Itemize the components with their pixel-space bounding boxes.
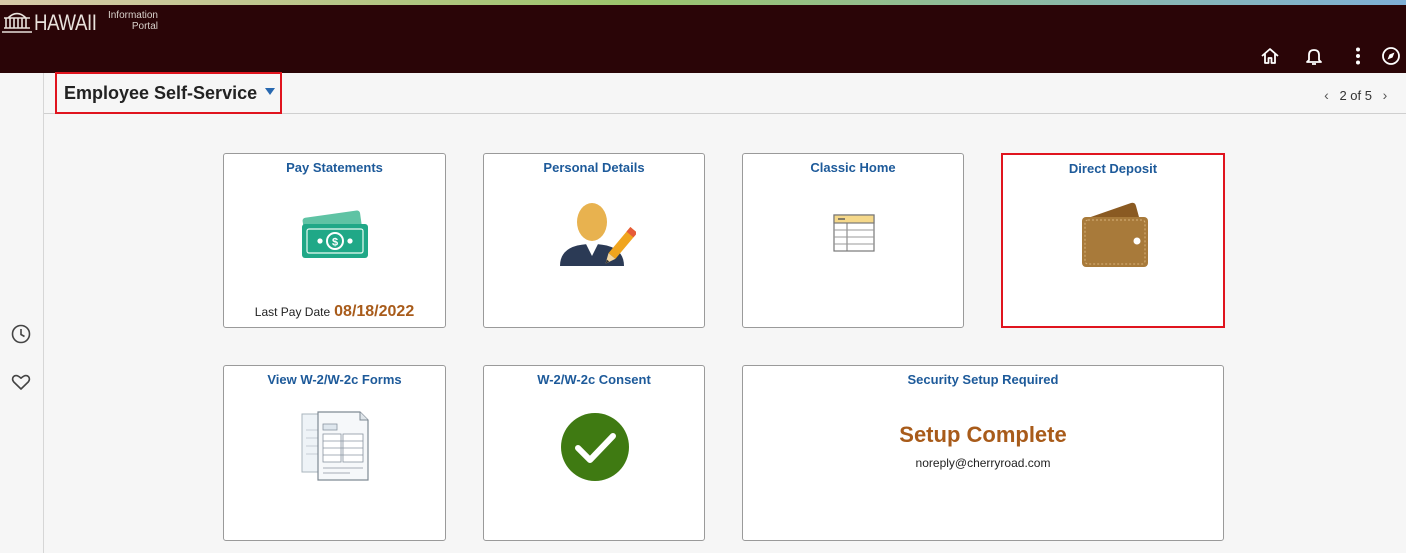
tile-view-w2-forms[interactable]: View W-2/W-2c Forms [223, 365, 446, 541]
brand-subtitle: Information Portal [100, 10, 158, 32]
tile-title: Security Setup Required [907, 372, 1059, 387]
recent-clock-icon[interactable] [10, 323, 32, 345]
homepage-selector[interactable]: Employee Self-Service [55, 72, 282, 114]
person-edit-icon [560, 203, 636, 266]
cash-money-icon: $ [302, 210, 368, 258]
next-page-chevron-icon[interactable]: › [1374, 87, 1396, 103]
portal-header: HAWAII Information Portal [0, 5, 1406, 73]
tile-personal-details[interactable]: Personal Details [483, 153, 705, 328]
brand-subtitle-line1: Information [107, 10, 158, 21]
tile-title: Pay Statements [286, 160, 383, 175]
bell-icon [1306, 49, 1322, 65]
checkmark-circle-icon [561, 413, 629, 481]
navbar-compass-icon [1382, 47, 1400, 65]
tile-pay-statements[interactable]: Pay Statements $ Last Pay Date 08/18/2022 [223, 153, 446, 328]
classic-page-icon [833, 214, 875, 252]
state-capitol-logo-icon [2, 12, 32, 33]
home-button[interactable] [1248, 43, 1292, 69]
home-icon [1261, 48, 1279, 64]
actions-menu-button[interactable] [1336, 43, 1380, 69]
homepage-title-bar: Employee Self-Service ‹ 2 of 5 › [44, 72, 1406, 114]
last-pay-label: Last Pay Date [254, 305, 331, 319]
tax-forms-icon [301, 411, 369, 481]
favorites-heart-icon[interactable] [10, 371, 32, 393]
tile-title: Personal Details [543, 160, 645, 175]
tile-w2-consent[interactable]: W-2/W-2c Consent [483, 365, 705, 541]
left-rail [0, 73, 44, 553]
brand-name: HAWAII [34, 10, 97, 35]
more-vertical-icon [1356, 47, 1360, 65]
tile-direct-deposit[interactable]: Direct Deposit [1001, 153, 1225, 328]
tile-title: W-2/W-2c Consent [537, 372, 651, 387]
tile-title: View W-2/W-2c Forms [267, 372, 402, 387]
tile-security-setup[interactable]: Security Setup Required Setup Complete n… [742, 365, 1224, 541]
svg-text:$: $ [332, 237, 338, 249]
brand-subtitle-line2: Portal [131, 21, 158, 32]
navbar-button[interactable] [1380, 43, 1406, 69]
portal-logo[interactable]: HAWAII Information Portal [0, 8, 158, 40]
page-indicator: 2 of 5 [1339, 87, 1372, 103]
tile-title: Direct Deposit [1068, 161, 1158, 176]
notifications-button[interactable] [1292, 43, 1336, 69]
tile-title: Classic Home [810, 160, 896, 175]
wallet-icon [1082, 202, 1148, 267]
last-pay-value: 08/18/2022 [334, 303, 415, 320]
tile-classic-home[interactable]: Classic Home [742, 153, 964, 328]
caret-down-icon [265, 87, 276, 95]
homepage-title: Employee Self-Service [64, 82, 258, 103]
homepage-pager: ‹ 2 of 5 › [1315, 87, 1396, 103]
header-actions [1248, 43, 1406, 69]
setup-status: Setup Complete [899, 422, 1067, 447]
last-pay-date: Last Pay Date 08/18/2022 [224, 303, 445, 321]
previous-page-chevron-icon[interactable]: ‹ [1315, 87, 1337, 103]
setup-email: noreply@cherryroad.com [915, 456, 1051, 470]
